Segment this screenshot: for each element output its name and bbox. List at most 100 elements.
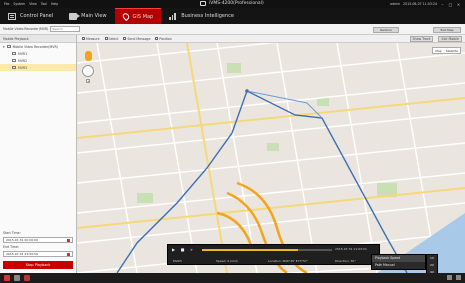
exit-mobile-button[interactable]: Exit Mobile [438,35,462,42]
calendar-icon[interactable] [67,239,70,242]
zoom-in-icon[interactable]: + [86,79,90,83]
park-area [267,143,279,151]
app-icon[interactable] [24,275,30,281]
clock: 2015-08-07 11:03:24 [403,2,437,6]
speed-option-1x[interactable]: 1X [427,255,437,262]
tab-main-view-label: Main View [81,13,107,19]
stop-icon[interactable]: ■ [180,247,185,252]
end-time-field[interactable]: 2015-07-31 23:59:59 [3,251,73,257]
ruler-icon [82,37,85,40]
show-track-button[interactable]: Show Track [409,35,434,42]
speed-option-2x[interactable]: 2X [427,262,437,269]
pan-control-icon[interactable] [82,65,94,77]
tab-gis-map-label: GIS Map [132,13,154,20]
control-panel-icon [8,12,16,20]
park-area [317,98,329,106]
map-type-switch[interactable]: Map Satellite [432,47,461,54]
close-icon[interactable]: × [456,2,461,7]
park-area [227,63,241,73]
send-message-label: Send Message [127,36,151,41]
send-message-tool[interactable]: Send Message [123,37,150,41]
playback-progress[interactable] [202,249,332,251]
device-icon [12,52,16,55]
speed-icon[interactable]: » [189,247,194,252]
tree-root[interactable]: ▾ Mobile Video Recorder(MVR) [0,43,76,50]
restore-button[interactable]: Restore [373,26,399,33]
module-tab-bar: Control Panel Main View GIS Map Business… [0,8,465,24]
menu-playback-speed[interactable]: Playback Speed [372,255,425,262]
app-title-text: iVMS-4200(Professional) [209,1,264,6]
position-tool[interactable]: Position [155,36,172,41]
playback-speed: Speed: 0 km/h [216,259,238,263]
playback-bar: ▶ ■ » 2015-07-31 11:03:21 MVR3 Speed: 0 … [167,244,380,265]
tab-business-intelligence[interactable]: Business Intelligence [161,8,242,24]
main-view-icon [69,12,81,20]
app-title: iVMS-4200(Professional) [200,1,264,6]
calendar-icon[interactable] [67,253,70,256]
title-bar: File System View Tool Help iVMS-4200(Pro… [0,0,465,8]
park-area [137,193,153,203]
network-icon[interactable] [447,275,452,280]
tab-business-intelligence-label: Business Intelligence [181,13,234,19]
message-icon [123,37,127,40]
stop-playback-button[interactable]: Stop Playback [3,261,73,269]
playback-direction: Direction: 30° [335,259,356,263]
start-time-field[interactable]: 2015-07-31 00:00:00 [3,237,73,243]
menu-help[interactable]: Help [51,2,58,6]
playback-context-menu: Playback Speed Path Manual [371,254,426,270]
system-tray [447,275,461,280]
route-marker [245,89,249,93]
menu-view[interactable]: View [29,2,37,6]
map-toolbar: Measure Select Send Message Position Sho… [77,35,465,43]
tree-item-label: MVR2 [18,58,28,63]
street-grid [77,43,465,273]
tree-item-mvr1[interactable]: MVR1 [0,50,76,57]
tree-item-label: MVR3 [18,65,28,70]
left-panel: Mobile Playback ▾ Mobile Video Recorder(… [0,35,77,273]
menu-file[interactable]: File [4,2,9,6]
folder-icon[interactable] [14,275,20,281]
gis-map-icon [120,11,131,22]
menu-path-manual[interactable]: Path Manual [372,262,425,269]
playback-location: Location: N40°45' E73°57' [268,259,308,263]
device-icon [12,66,16,69]
select-tool[interactable]: Select [104,36,119,41]
panel-header: Mobile Playback [0,35,76,43]
group-icon [6,45,11,48]
measure-label: Measure [86,36,100,41]
tab-control-panel-label: Control Panel [20,13,54,19]
tab-control-panel[interactable]: Control Panel [0,8,61,24]
map-view[interactable]: + Map Satellite [77,43,465,273]
menu-system[interactable]: System [13,2,25,6]
playback-time: 2015-07-31 11:03:21 [335,247,367,251]
business-intelligence-icon [169,12,177,20]
select-icon [104,37,108,40]
maximize-icon[interactable]: □ [448,2,453,7]
search-input[interactable] [50,26,81,32]
app-logo-icon [200,1,206,6]
minimize-icon[interactable]: – [440,2,445,7]
playback-progress-fill [202,249,299,251]
tree-item-mvr3[interactable]: MVR3 [0,64,76,71]
play-icon[interactable]: ▶ [171,247,176,252]
tree-item-mvr2[interactable]: MVR2 [0,57,76,64]
map-type-map[interactable]: Map [433,48,443,53]
map-type-satellite[interactable]: Satellite [444,48,460,53]
tab-gis-map[interactable]: GIS Map [114,8,162,24]
start-time-label: Start Time: [3,231,21,235]
street-view-pegman-icon[interactable] [85,51,92,61]
exit-map-button[interactable]: Exit Map [433,26,461,33]
end-time-label: End Time: [3,245,19,249]
tree-item-label: MVR1 [18,51,28,56]
measure-tool[interactable]: Measure [82,37,100,41]
expand-icon[interactable]: ▾ [3,45,5,49]
position-label: Position [159,36,172,41]
volume-icon[interactable] [456,275,461,280]
map-canvas [77,43,465,273]
tab-main-view[interactable]: Main View [61,8,114,24]
select-label: Select [108,36,119,41]
start-time-value: 2015-07-31 00:00:00 [6,238,38,242]
playback-device: MVR3 [173,259,182,263]
menu-tool[interactable]: Tool [41,2,47,6]
start-icon[interactable] [4,275,10,281]
